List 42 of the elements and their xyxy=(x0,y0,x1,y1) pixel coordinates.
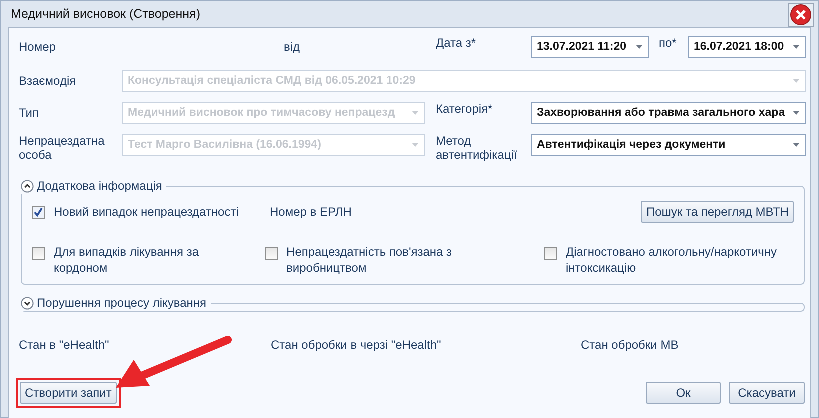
field-label: Категорія* xyxy=(436,102,494,116)
field-label: Дата з* xyxy=(436,36,478,50)
field-label: Непрацездатна особа xyxy=(19,134,106,162)
caret-icon xyxy=(793,79,800,83)
date-picker[interactable]: 16.07.2021 18:00 xyxy=(688,36,806,58)
caret-icon xyxy=(412,143,419,147)
checkbox-label: Для випадків лікування за кордоном xyxy=(54,244,200,276)
checkbox-label: Діагностовано алкогольну/наркотичну інтоксикацію xyxy=(566,244,778,276)
status-label: Стан обробки в черзі "eHealth" xyxy=(271,338,442,352)
caret-icon xyxy=(412,111,419,115)
checkbox[interactable] xyxy=(544,247,557,260)
field-label: Взаємодія xyxy=(19,74,78,88)
field-label: Тип xyxy=(19,106,40,120)
checkbox-label: Новий випадок непрацездатності xyxy=(54,204,239,220)
group-title: Порушення процесу лікування xyxy=(37,296,207,310)
caret-icon xyxy=(793,45,800,49)
caret-icon xyxy=(793,111,800,115)
expand-icon[interactable] xyxy=(21,296,34,310)
field-label: від xyxy=(284,40,302,54)
field-label: по* xyxy=(659,36,678,50)
dropdown-field[interactable]: Захворювання або травма загального хара xyxy=(531,102,806,124)
collapse-icon[interactable] xyxy=(21,180,34,192)
field-label: Номер xyxy=(19,40,57,54)
field-label: Номер в ЕРЛН xyxy=(270,205,353,219)
status-label: Стан в "eHealth" xyxy=(19,338,110,352)
ok-button[interactable]: Ок xyxy=(646,382,721,404)
search-button[interactable]: Пошук та перегляд МВТН xyxy=(641,201,794,223)
status-label: Стан обробки МВ xyxy=(581,338,679,352)
caret-icon xyxy=(793,143,800,147)
checkbox[interactable] xyxy=(32,247,45,260)
checkbox[interactable] xyxy=(264,247,278,260)
cancel-button[interactable]: Скасувати xyxy=(729,382,805,404)
field-label: Метод автентифікації xyxy=(436,134,518,162)
dropdown-field[interactable]: Автентифікація через документи xyxy=(531,134,806,156)
date-picker[interactable]: 13.07.2021 11:20 xyxy=(531,36,649,58)
checkbox-label: Непрацездатність пов'язана з виробництвом xyxy=(286,244,454,276)
group-title: Додаткова інформація xyxy=(37,179,162,193)
create-request-button[interactable]: Створити запит xyxy=(20,382,117,404)
window-title: Медичний висновок (Створення) xyxy=(11,7,200,21)
close-button[interactable] xyxy=(788,3,814,27)
checkbox[interactable] xyxy=(32,206,45,218)
caret-icon xyxy=(636,45,643,49)
